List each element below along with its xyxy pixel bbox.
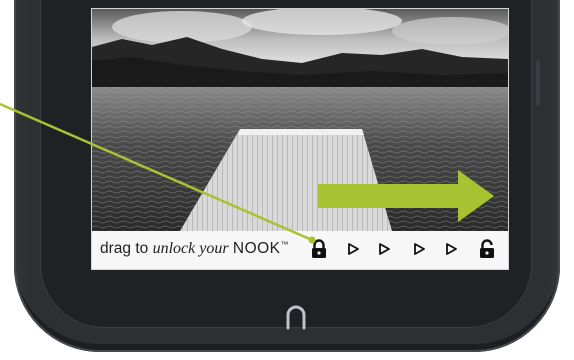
trademark-symbol: ™	[280, 240, 289, 249]
unlock-instruction: drag to unlock your NOOK™	[100, 240, 289, 258]
play-arrow-icon	[446, 243, 457, 255]
play-arrow-icon	[348, 243, 359, 255]
nook-brand: NOOK	[232, 240, 281, 257]
side-page-turn-button[interactable]	[536, 60, 540, 106]
unlock-prefix: drag to	[100, 240, 149, 257]
nook-home-icon[interactable]	[284, 304, 308, 330]
e-ink-screen: drag to unlock your NOOK™	[91, 8, 509, 270]
unlock-italic-text: unlock your	[152, 240, 229, 257]
lock-screen-photo	[92, 9, 508, 231]
lock-open-icon	[480, 239, 494, 258]
lock-closed-icon[interactable]	[310, 239, 328, 259]
unlock-slider-bar[interactable]: drag to unlock your NOOK™	[92, 231, 508, 269]
play-arrow-icon	[379, 243, 390, 255]
play-arrow-icon	[414, 243, 425, 255]
